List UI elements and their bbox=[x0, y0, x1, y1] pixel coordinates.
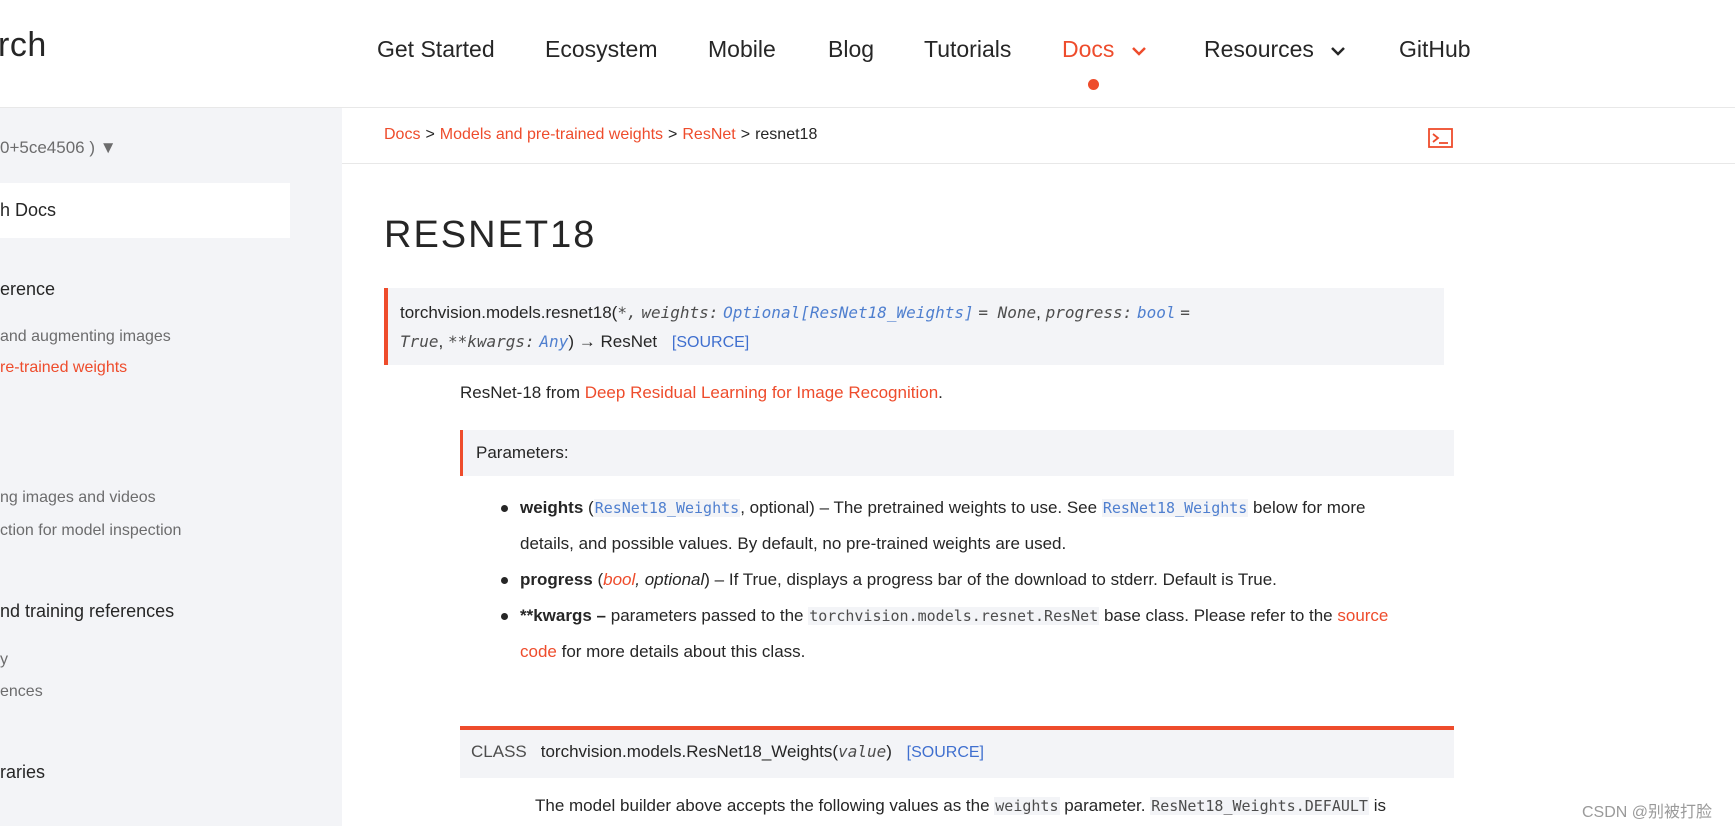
breadcrumb-separator: > bbox=[668, 126, 678, 143]
breadcrumb-separator: > bbox=[740, 126, 751, 143]
param-desc: , optional) – The pretrained weights to … bbox=[740, 498, 1102, 517]
desc-suffix: . bbox=[938, 383, 943, 402]
chevron-down-icon bbox=[1331, 47, 1346, 56]
site-logo[interactable]: rch bbox=[0, 26, 47, 65]
nav-ecosystem[interactable]: Ecosystem bbox=[545, 36, 657, 63]
sig-close-paren: ) bbox=[568, 332, 574, 351]
nav-docs[interactable]: Docs bbox=[1062, 36, 1147, 63]
param-type-link[interactable]: ResNet18_Weights bbox=[593, 499, 741, 517]
sidebar-item-history[interactable]: y bbox=[0, 651, 8, 669]
nav-resources-label: Resources bbox=[1204, 36, 1314, 62]
class-source-link[interactable]: [SOURCE] bbox=[907, 744, 984, 761]
weights-description: The model builder above accepts the foll… bbox=[535, 796, 1386, 816]
parameters-heading: Parameters: bbox=[460, 430, 1454, 476]
nav-mobile[interactable]: Mobile bbox=[708, 36, 776, 63]
param-dash: – bbox=[591, 606, 611, 625]
sig-return-type: → ResNet bbox=[578, 332, 658, 351]
breadcrumb-current: resnet18 bbox=[755, 126, 818, 143]
nav-docs-label: Docs bbox=[1062, 36, 1115, 62]
breadcrumb-resnet[interactable]: ResNet bbox=[682, 126, 735, 143]
breadcrumb: Docs > Models and pre-trained weights > ResN… bbox=[384, 126, 817, 144]
class-keyword: CLASS bbox=[471, 742, 527, 761]
main-content: Docs > Models and pre-trained weights > ResN… bbox=[342, 108, 1735, 826]
sig-name: torchvision.models.resnet18 bbox=[400, 303, 612, 322]
sidebar-section-reference[interactable]: erence bbox=[0, 279, 55, 300]
sidebar-section-training-references[interactable]: nd training references bbox=[0, 601, 174, 622]
sig-param-kwargs: **kwargs: bbox=[447, 332, 535, 351]
version-selector[interactable]: 0+5ce4506 ) ▼ bbox=[0, 138, 117, 158]
param-desc-rest: ) – If True, displays a progress bar of … bbox=[704, 570, 1277, 589]
nav-resources[interactable]: Resources bbox=[1204, 36, 1346, 63]
default-weights-code: ResNet18_Weights.DEFAULT bbox=[1150, 797, 1369, 815]
class-close-paren: ) bbox=[886, 742, 892, 761]
param-desc-rest: for more details about this class. bbox=[556, 642, 806, 661]
param-open: ( bbox=[583, 498, 594, 517]
sidebar-section-libraries[interactable]: raries bbox=[0, 762, 45, 783]
sig-default-true: True bbox=[400, 332, 439, 351]
sidebar-item-transforms[interactable]: and augmenting images bbox=[0, 328, 171, 346]
nav-get-started[interactable]: Get Started bbox=[377, 36, 495, 63]
param-optional: , optional bbox=[635, 570, 705, 589]
search-box bbox=[0, 183, 290, 238]
tail-pre: The model builder above accepts the foll… bbox=[535, 796, 995, 815]
sig-type-optional[interactable]: Optional[ResNet18_Weights] bbox=[723, 303, 973, 322]
sig-eq: = bbox=[1180, 303, 1190, 322]
sidebar: 0+5ce4506 ) ▼ erence and augmenting imag… bbox=[0, 108, 342, 826]
sig-type-weights-class: ResNet18_Weights bbox=[809, 303, 964, 322]
breadcrumb-docs[interactable]: Docs bbox=[384, 126, 420, 143]
sig-type-any[interactable]: Any bbox=[539, 332, 568, 351]
function-signature: torchvision.models.resnet18(*, weights: … bbox=[384, 288, 1444, 365]
sidebar-item-models[interactable]: re-trained weights bbox=[0, 359, 127, 377]
sig-star: *, bbox=[617, 303, 637, 322]
nav-tutorials[interactable]: Tutorials bbox=[924, 36, 1011, 63]
desc-prefix: ResNet-18 from bbox=[460, 383, 585, 402]
function-description: ResNet-18 from Deep Residual Learning fo… bbox=[460, 383, 943, 403]
param-desc: parameters passed to the bbox=[610, 606, 809, 625]
sig-param-weights: weights: bbox=[641, 303, 719, 322]
param-type-link[interactable]: bool bbox=[603, 570, 635, 589]
tail-post: is bbox=[1368, 796, 1386, 815]
terminal-icon[interactable] bbox=[1428, 128, 1453, 148]
param-progress: progress (bool, optional) – If True, dis… bbox=[501, 562, 1420, 598]
breadcrumb-models[interactable]: Models and pre-trained weights bbox=[440, 126, 663, 143]
sig-type-optional-close: ] bbox=[963, 303, 974, 322]
tail-mid: parameter. bbox=[1059, 796, 1151, 815]
active-nav-indicator bbox=[1088, 79, 1099, 90]
weights-code: weights bbox=[994, 797, 1060, 815]
breadcrumb-separator: > bbox=[425, 126, 435, 143]
source-link[interactable]: [SOURCE] bbox=[672, 334, 749, 351]
sig-type-bool[interactable]: bool bbox=[1137, 303, 1176, 322]
chevron-down-icon bbox=[1131, 47, 1146, 56]
param-name: **kwargs bbox=[520, 606, 592, 625]
class-name: torchvision.models.ResNet18_Weights bbox=[540, 742, 833, 761]
sidebar-item-io[interactable]: ng images and videos bbox=[0, 489, 156, 507]
parameter-list: weights (ResNet18_Weights, optional) – T… bbox=[501, 490, 1420, 670]
param-desc-mid: base class. Please refer to the bbox=[1099, 606, 1338, 625]
paper-link[interactable]: Deep Residual Learning for Image Recogni… bbox=[585, 383, 938, 402]
param-weights: weights (ResNet18_Weights, optional) – T… bbox=[501, 490, 1420, 562]
sig-type-optional-open: Optional[ bbox=[723, 303, 810, 322]
nav-blog[interactable]: Blog bbox=[828, 36, 874, 63]
watermark: CSDN @别被打脸 bbox=[1582, 804, 1713, 821]
param-name: progress bbox=[520, 570, 593, 589]
breadcrumb-bar: Docs > Models and pre-trained weights > ResN… bbox=[342, 108, 1735, 164]
nav-github[interactable]: GitHub bbox=[1399, 36, 1471, 63]
class-signature: CLASS torchvision.models.ResNet18_Weights… bbox=[460, 726, 1454, 778]
top-navbar: rch Get Started Ecosystem Mobile Blog Tu… bbox=[0, 0, 1735, 108]
search-input[interactable] bbox=[0, 183, 290, 238]
resnet-class-code: torchvision.models.resnet.ResNet bbox=[808, 607, 1100, 625]
sidebar-item-feature-extraction[interactable]: ction for model inspection bbox=[0, 522, 181, 540]
param-open: ( bbox=[592, 570, 604, 589]
class-param-value: value bbox=[838, 742, 887, 761]
param-name: weights bbox=[520, 498, 584, 517]
weights-class-link[interactable]: ResNet18_Weights bbox=[1101, 499, 1249, 517]
sig-param-progress: progress: bbox=[1045, 303, 1133, 322]
param-kwargs: **kwargs – parameters passed to the torc… bbox=[501, 598, 1420, 670]
sig-default-none: = None bbox=[978, 303, 1037, 322]
sidebar-item-references[interactable]: ences bbox=[0, 683, 43, 701]
page-title: RESNET18 bbox=[384, 214, 597, 256]
